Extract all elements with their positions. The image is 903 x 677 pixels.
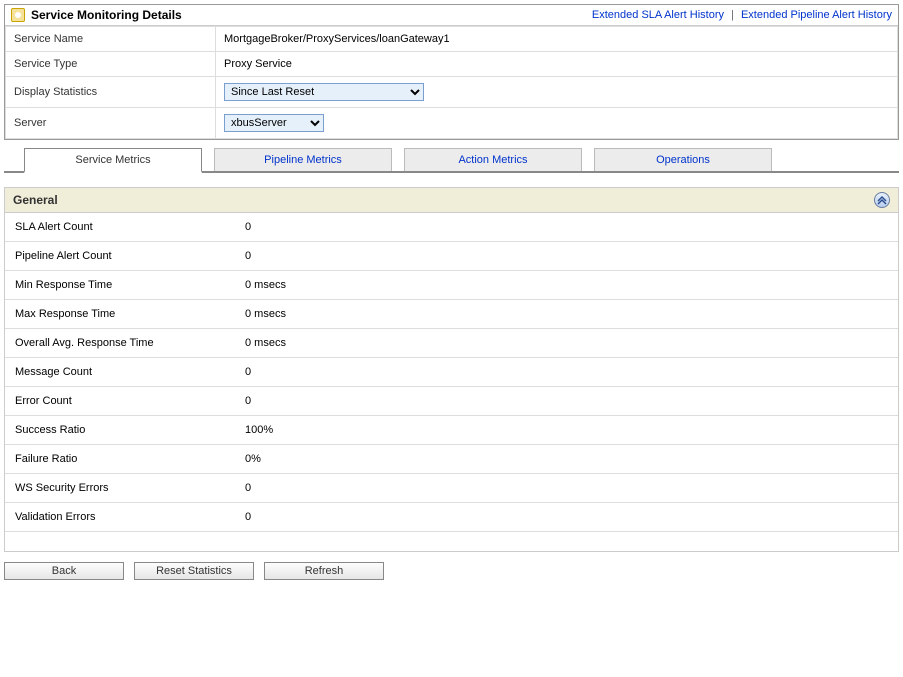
table-row: SLA Alert Count0 [5, 213, 898, 242]
table-row: Max Response Time0 msecs [5, 300, 898, 329]
sla-alert-count-label: SLA Alert Count [5, 213, 235, 242]
tab-action-metrics[interactable]: Action Metrics [404, 148, 582, 171]
validation-value: 0 [235, 503, 898, 532]
tab-service-metrics[interactable]: Service Metrics [24, 148, 202, 173]
tabs: Service Metrics Pipeline Metrics Action … [4, 146, 899, 173]
ws-security-label: WS Security Errors [5, 474, 235, 503]
general-section: General SLA Alert Count0 Pipeline Alert … [4, 187, 899, 552]
table-row: WS Security Errors0 [5, 474, 898, 503]
table-row: Success Ratio100% [5, 416, 898, 445]
pipeline-alert-count-value: 0 [235, 242, 898, 271]
table-row: Validation Errors0 [5, 503, 898, 532]
display-stats-row: Display Statistics Since Last Reset [6, 77, 898, 108]
details-table: Service Name MortgageBroker/ProxyService… [5, 26, 898, 139]
panel-title: Service Monitoring Details [31, 8, 182, 22]
pipeline-alert-count-label: Pipeline Alert Count [5, 242, 235, 271]
tab-pipeline-metrics[interactable]: Pipeline Metrics [214, 148, 392, 171]
panel-header: Service Monitoring Details Extended SLA … [5, 5, 898, 26]
server-select[interactable]: xbusServer [224, 114, 324, 132]
general-title: General [13, 193, 58, 207]
service-icon [11, 8, 25, 22]
avg-response-value: 0 msecs [235, 329, 898, 358]
display-stats-cell: Since Last Reset [216, 77, 898, 108]
avg-response-label: Overall Avg. Response Time [5, 329, 235, 358]
extended-pipeline-link[interactable]: Extended Pipeline Alert History [741, 9, 892, 21]
link-separator: | [731, 9, 734, 21]
min-response-label: Min Response Time [5, 271, 235, 300]
success-ratio-label: Success Ratio [5, 416, 235, 445]
max-response-label: Max Response Time [5, 300, 235, 329]
validation-label: Validation Errors [5, 503, 235, 532]
ws-security-value: 0 [235, 474, 898, 503]
table-row: Message Count0 [5, 358, 898, 387]
reset-statistics-button[interactable]: Reset Statistics [134, 562, 254, 580]
message-count-label: Message Count [5, 358, 235, 387]
panel-links: Extended SLA Alert History | Extended Pi… [592, 9, 892, 21]
message-count-value: 0 [235, 358, 898, 387]
min-response-value: 0 msecs [235, 271, 898, 300]
table-row: Error Count0 [5, 387, 898, 416]
sla-alert-count-value: 0 [235, 213, 898, 242]
general-header: General [5, 188, 898, 213]
section-padding [5, 531, 898, 551]
service-type-label: Service Type [6, 52, 216, 77]
success-ratio-value: 100% [235, 416, 898, 445]
service-type-row: Service Type Proxy Service [6, 52, 898, 77]
refresh-button[interactable]: Refresh [264, 562, 384, 580]
table-row: Pipeline Alert Count0 [5, 242, 898, 271]
table-row: Min Response Time0 msecs [5, 271, 898, 300]
button-bar: Back Reset Statistics Refresh [4, 562, 899, 580]
extended-sla-link[interactable]: Extended SLA Alert History [592, 9, 724, 21]
service-monitoring-panel: Service Monitoring Details Extended SLA … [4, 4, 899, 140]
display-stats-select[interactable]: Since Last Reset [224, 83, 424, 101]
display-stats-label: Display Statistics [6, 77, 216, 108]
server-row: Server xbusServer [6, 108, 898, 139]
service-name-label: Service Name [6, 27, 216, 52]
table-row: Overall Avg. Response Time0 msecs [5, 329, 898, 358]
collapse-icon[interactable] [874, 192, 890, 208]
failure-ratio-value: 0% [235, 445, 898, 474]
tab-operations[interactable]: Operations [594, 148, 772, 171]
tabs-container: Service Metrics Pipeline Metrics Action … [4, 146, 899, 173]
max-response-value: 0 msecs [235, 300, 898, 329]
service-name-row: Service Name MortgageBroker/ProxyService… [6, 27, 898, 52]
error-count-label: Error Count [5, 387, 235, 416]
service-type-value: Proxy Service [216, 52, 898, 77]
general-metrics-table: SLA Alert Count0 Pipeline Alert Count0 M… [5, 213, 898, 531]
back-button[interactable]: Back [4, 562, 124, 580]
table-row: Failure Ratio0% [5, 445, 898, 474]
error-count-value: 0 [235, 387, 898, 416]
server-cell: xbusServer [216, 108, 898, 139]
server-label: Server [6, 108, 216, 139]
failure-ratio-label: Failure Ratio [5, 445, 235, 474]
service-name-value: MortgageBroker/ProxyServices/loanGateway… [216, 27, 898, 52]
